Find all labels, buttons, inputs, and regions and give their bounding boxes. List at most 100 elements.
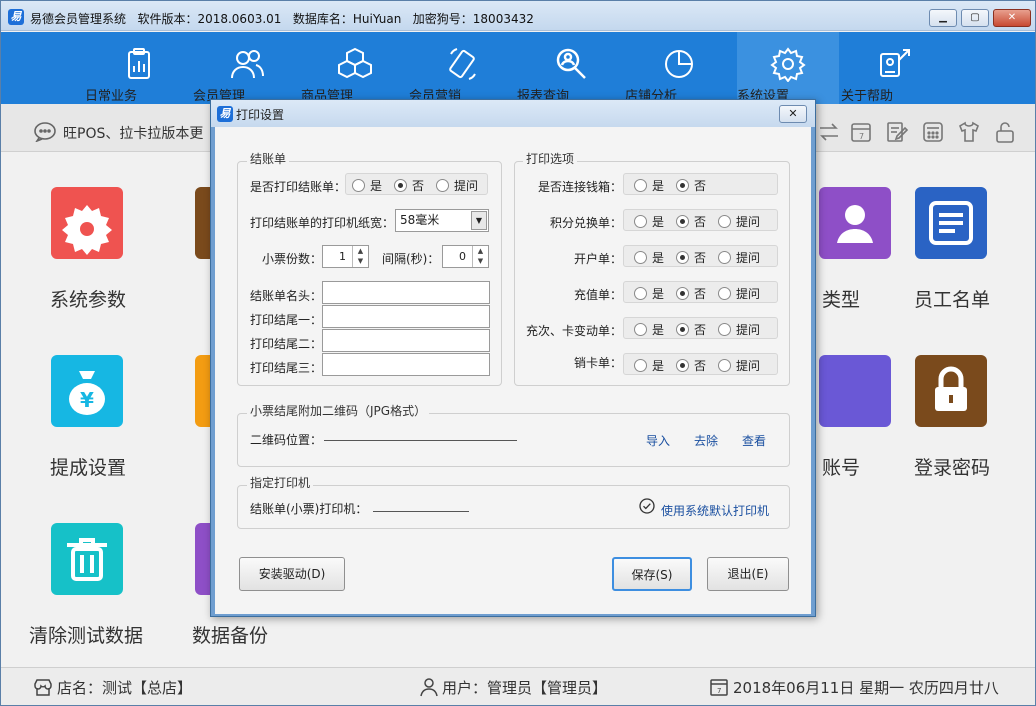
- footer3-input[interactable]: [322, 353, 490, 376]
- nav-system-settings[interactable]: 系统设置: [737, 32, 839, 104]
- calendar-icon[interactable]: 7: [849, 120, 873, 144]
- tile-staff-list[interactable]: 员工名单: [877, 187, 1017, 337]
- radio-no[interactable]: 否: [676, 357, 706, 374]
- search-user-icon: [556, 48, 586, 79]
- id-card-icon: [929, 201, 973, 245]
- qr-remove-link[interactable]: 去除: [694, 432, 718, 449]
- receipt-header-input[interactable]: [322, 281, 490, 304]
- open-account-radio-group: 是 否 提问: [623, 245, 778, 267]
- radio-dot: [676, 215, 689, 228]
- use-default-printer-option[interactable]: 使用系统默认打印机: [661, 502, 769, 519]
- radio-ask[interactable]: 提问: [718, 285, 760, 302]
- maximize-button[interactable]: ▢: [961, 9, 989, 27]
- nav-label: 关于帮助: [841, 89, 894, 104]
- radio-yes[interactable]: 是: [634, 321, 664, 338]
- radio-dot: [718, 287, 731, 300]
- card-change-label: 充次、卡变动单：: [526, 324, 623, 338]
- nav-product-management[interactable]: 商品管理: [301, 32, 409, 104]
- tile-login-password[interactable]: 登录密码: [877, 355, 1017, 505]
- radio-dot: [634, 215, 647, 228]
- lock-icon[interactable]: [993, 120, 1017, 144]
- receipt-header-label: 结账单名头：: [250, 289, 323, 303]
- chevron-down-icon[interactable]: ▼: [471, 211, 487, 230]
- install-driver-button[interactable]: 安装驱动(D): [239, 557, 345, 591]
- nav-daily-business[interactable]: 日常业务: [85, 32, 193, 104]
- radio-no[interactable]: 否: [676, 285, 706, 302]
- interval-stepper[interactable]: 0 ▲ ▼: [442, 245, 489, 268]
- lock-icon: [935, 366, 967, 411]
- shirt-icon[interactable]: [957, 120, 981, 144]
- gear-icon: [62, 205, 112, 255]
- paper-width-select[interactable]: 58毫米 ▼: [395, 209, 489, 232]
- copies-stepper[interactable]: 1 ▲ ▼: [322, 245, 369, 268]
- radio-ask[interactable]: 提问: [718, 357, 760, 374]
- close-button[interactable]: ✕: [993, 9, 1031, 27]
- open-account-label: 开户单：: [574, 252, 623, 266]
- radio-label: 是: [652, 215, 665, 229]
- paper-width-label: 打印结账单的打印机纸宽：: [250, 216, 395, 230]
- tile-icon-bg: [915, 187, 987, 259]
- radio-dot: [634, 359, 647, 372]
- cancel-card-label: 销卡单：: [574, 356, 623, 370]
- stepper-arrows-icon[interactable]: ▲ ▼: [472, 246, 488, 267]
- radio-ask[interactable]: 提问: [718, 213, 760, 230]
- radio-yes[interactable]: 是: [634, 285, 664, 302]
- radio-dot: [634, 287, 647, 300]
- radio-yes[interactable]: 是: [634, 213, 664, 230]
- copies-label: 小票份数：: [262, 252, 323, 266]
- radio-no[interactable]: 否: [394, 177, 424, 194]
- copies-value: 1: [339, 250, 346, 263]
- footer1-input[interactable]: [322, 305, 490, 328]
- calculator-icon[interactable]: [921, 120, 945, 144]
- radio-no[interactable]: 否: [676, 249, 706, 266]
- nav-about-help[interactable]: 关于帮助: [841, 32, 949, 104]
- radio-label: 否: [694, 251, 707, 265]
- radio-ask[interactable]: 提问: [718, 321, 760, 338]
- chat-icon: [34, 122, 56, 142]
- radio-ask[interactable]: 提问: [718, 249, 760, 266]
- main-nav: 日常业务 会员管理 商品管理 会员营销 报表查询 店铺分析 系统设置 关于帮助: [1, 32, 1035, 104]
- stepper-arrows-icon[interactable]: ▲ ▼: [352, 246, 368, 267]
- radio-dot: [718, 323, 731, 336]
- printer-field: [373, 511, 469, 512]
- svg-text:¥: ¥: [80, 388, 94, 412]
- radio-dot: [352, 179, 365, 192]
- app-logo-icon: 易: [8, 9, 24, 25]
- radio-no[interactable]: 否: [676, 213, 706, 230]
- nav-store-analysis[interactable]: 店铺分析: [625, 32, 733, 104]
- title-bar: 易 易德会员管理系统 软件版本：2018.0603.01 数据库名：HuiYua…: [1, 1, 1035, 31]
- transfer-icon[interactable]: [817, 120, 841, 144]
- radio-no[interactable]: 否: [676, 321, 706, 338]
- store-name: 店名：测试【总店】: [57, 679, 193, 697]
- qr-position-field: [324, 440, 517, 441]
- radio-yes[interactable]: 是: [634, 357, 664, 374]
- tile-icon-bg: ¥: [51, 355, 123, 427]
- save-button[interactable]: 保存(S): [612, 557, 692, 591]
- qr-import-link[interactable]: 导入: [646, 432, 670, 449]
- radio-yes[interactable]: 是: [634, 177, 664, 194]
- radio-label: 是: [652, 287, 665, 301]
- minimize-button[interactable]: ▁: [929, 9, 957, 27]
- nav-member-marketing[interactable]: 会员营销: [409, 32, 517, 104]
- tile-clear-test-data[interactable]: 清除测试数据: [13, 523, 153, 673]
- tile-system-params[interactable]: 系统参数: [13, 187, 153, 337]
- radio-ask[interactable]: 提问: [436, 177, 478, 194]
- exit-button[interactable]: 退出(E): [707, 557, 789, 591]
- radio-yes[interactable]: 是: [634, 249, 664, 266]
- edit-icon[interactable]: [885, 120, 909, 144]
- footer2-input[interactable]: [322, 329, 490, 352]
- window-title: 易德会员管理系统 软件版本：2018.0603.01 数据库名：HuiYuan …: [30, 12, 534, 26]
- tile-commission-settings[interactable]: ¥ 提成设置: [13, 355, 153, 505]
- notice-text[interactable]: 旺POS、拉卡拉版本更: [63, 123, 203, 143]
- nav-member-management[interactable]: 会员管理: [193, 32, 301, 104]
- radio-yes[interactable]: 是: [352, 177, 382, 194]
- user-icon: [420, 678, 438, 697]
- radio-label: 提问: [736, 251, 761, 265]
- check-circle-icon[interactable]: [639, 498, 655, 514]
- qr-view-link[interactable]: 查看: [742, 432, 766, 449]
- radio-no[interactable]: 否: [676, 177, 706, 194]
- radio-label: 否: [694, 179, 707, 193]
- nav-report-query[interactable]: 报表查询: [517, 32, 625, 104]
- dialog-close-button[interactable]: ✕: [779, 105, 807, 123]
- radio-dot: [676, 287, 689, 300]
